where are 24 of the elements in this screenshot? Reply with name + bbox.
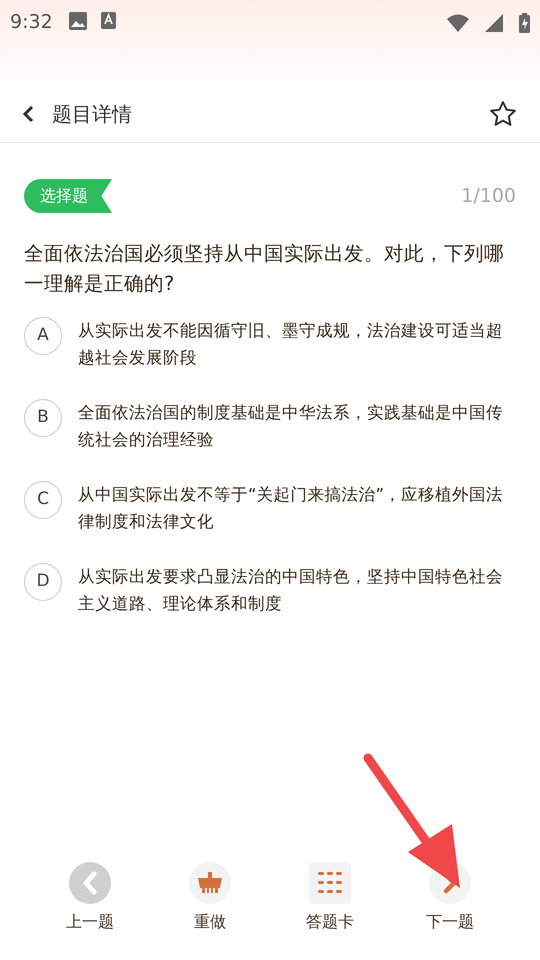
page-title: 题目详情 — [52, 100, 132, 128]
toolbar-button[interactable]: 重做 — [165, 862, 255, 934]
wifi-icon — [447, 14, 469, 32]
signal-icon — [485, 14, 503, 32]
question-type-tag: 选择题 — [24, 179, 112, 213]
brush-icon — [198, 872, 222, 894]
text-icon — [100, 12, 116, 29]
toolbar-button[interactable]: 答题卡 — [285, 862, 375, 934]
option-letter[interactable]: B — [24, 399, 62, 437]
option-letter[interactable]: D — [24, 563, 62, 601]
option-text[interactable]: 全面依法治国的制度基础是中华法系，实践基础是中国传统社会的治理经验 — [78, 399, 516, 453]
back-icon[interactable] — [22, 104, 34, 122]
option-text[interactable]: 从实际出发不能因循守旧、墨守成规，法治建设可适当超越社会发展阶段 — [78, 317, 516, 371]
option-text[interactable]: 从实际出发要求凸显法治的中国特色，坚持中国特色社会主义道路、理论体系和制度 — [78, 563, 516, 617]
grid-icon — [318, 872, 342, 894]
star-icon[interactable] — [488, 98, 518, 128]
option-letter[interactable]: A — [24, 317, 62, 355]
battery-icon — [519, 13, 530, 33]
image-icon — [68, 12, 87, 30]
option-letter[interactable]: C — [24, 481, 62, 519]
option-text[interactable]: 从中国实际出发不等于“关起门来搞法治”，应移植外国法律制度和法律文化 — [78, 481, 516, 535]
question-text: 全面依法治国必须坚持从中国实际出发。对此，下列哪一理解是正确的? — [24, 241, 505, 297]
prev-icon — [81, 871, 99, 895]
status-time: 9:32 — [10, 10, 53, 35]
